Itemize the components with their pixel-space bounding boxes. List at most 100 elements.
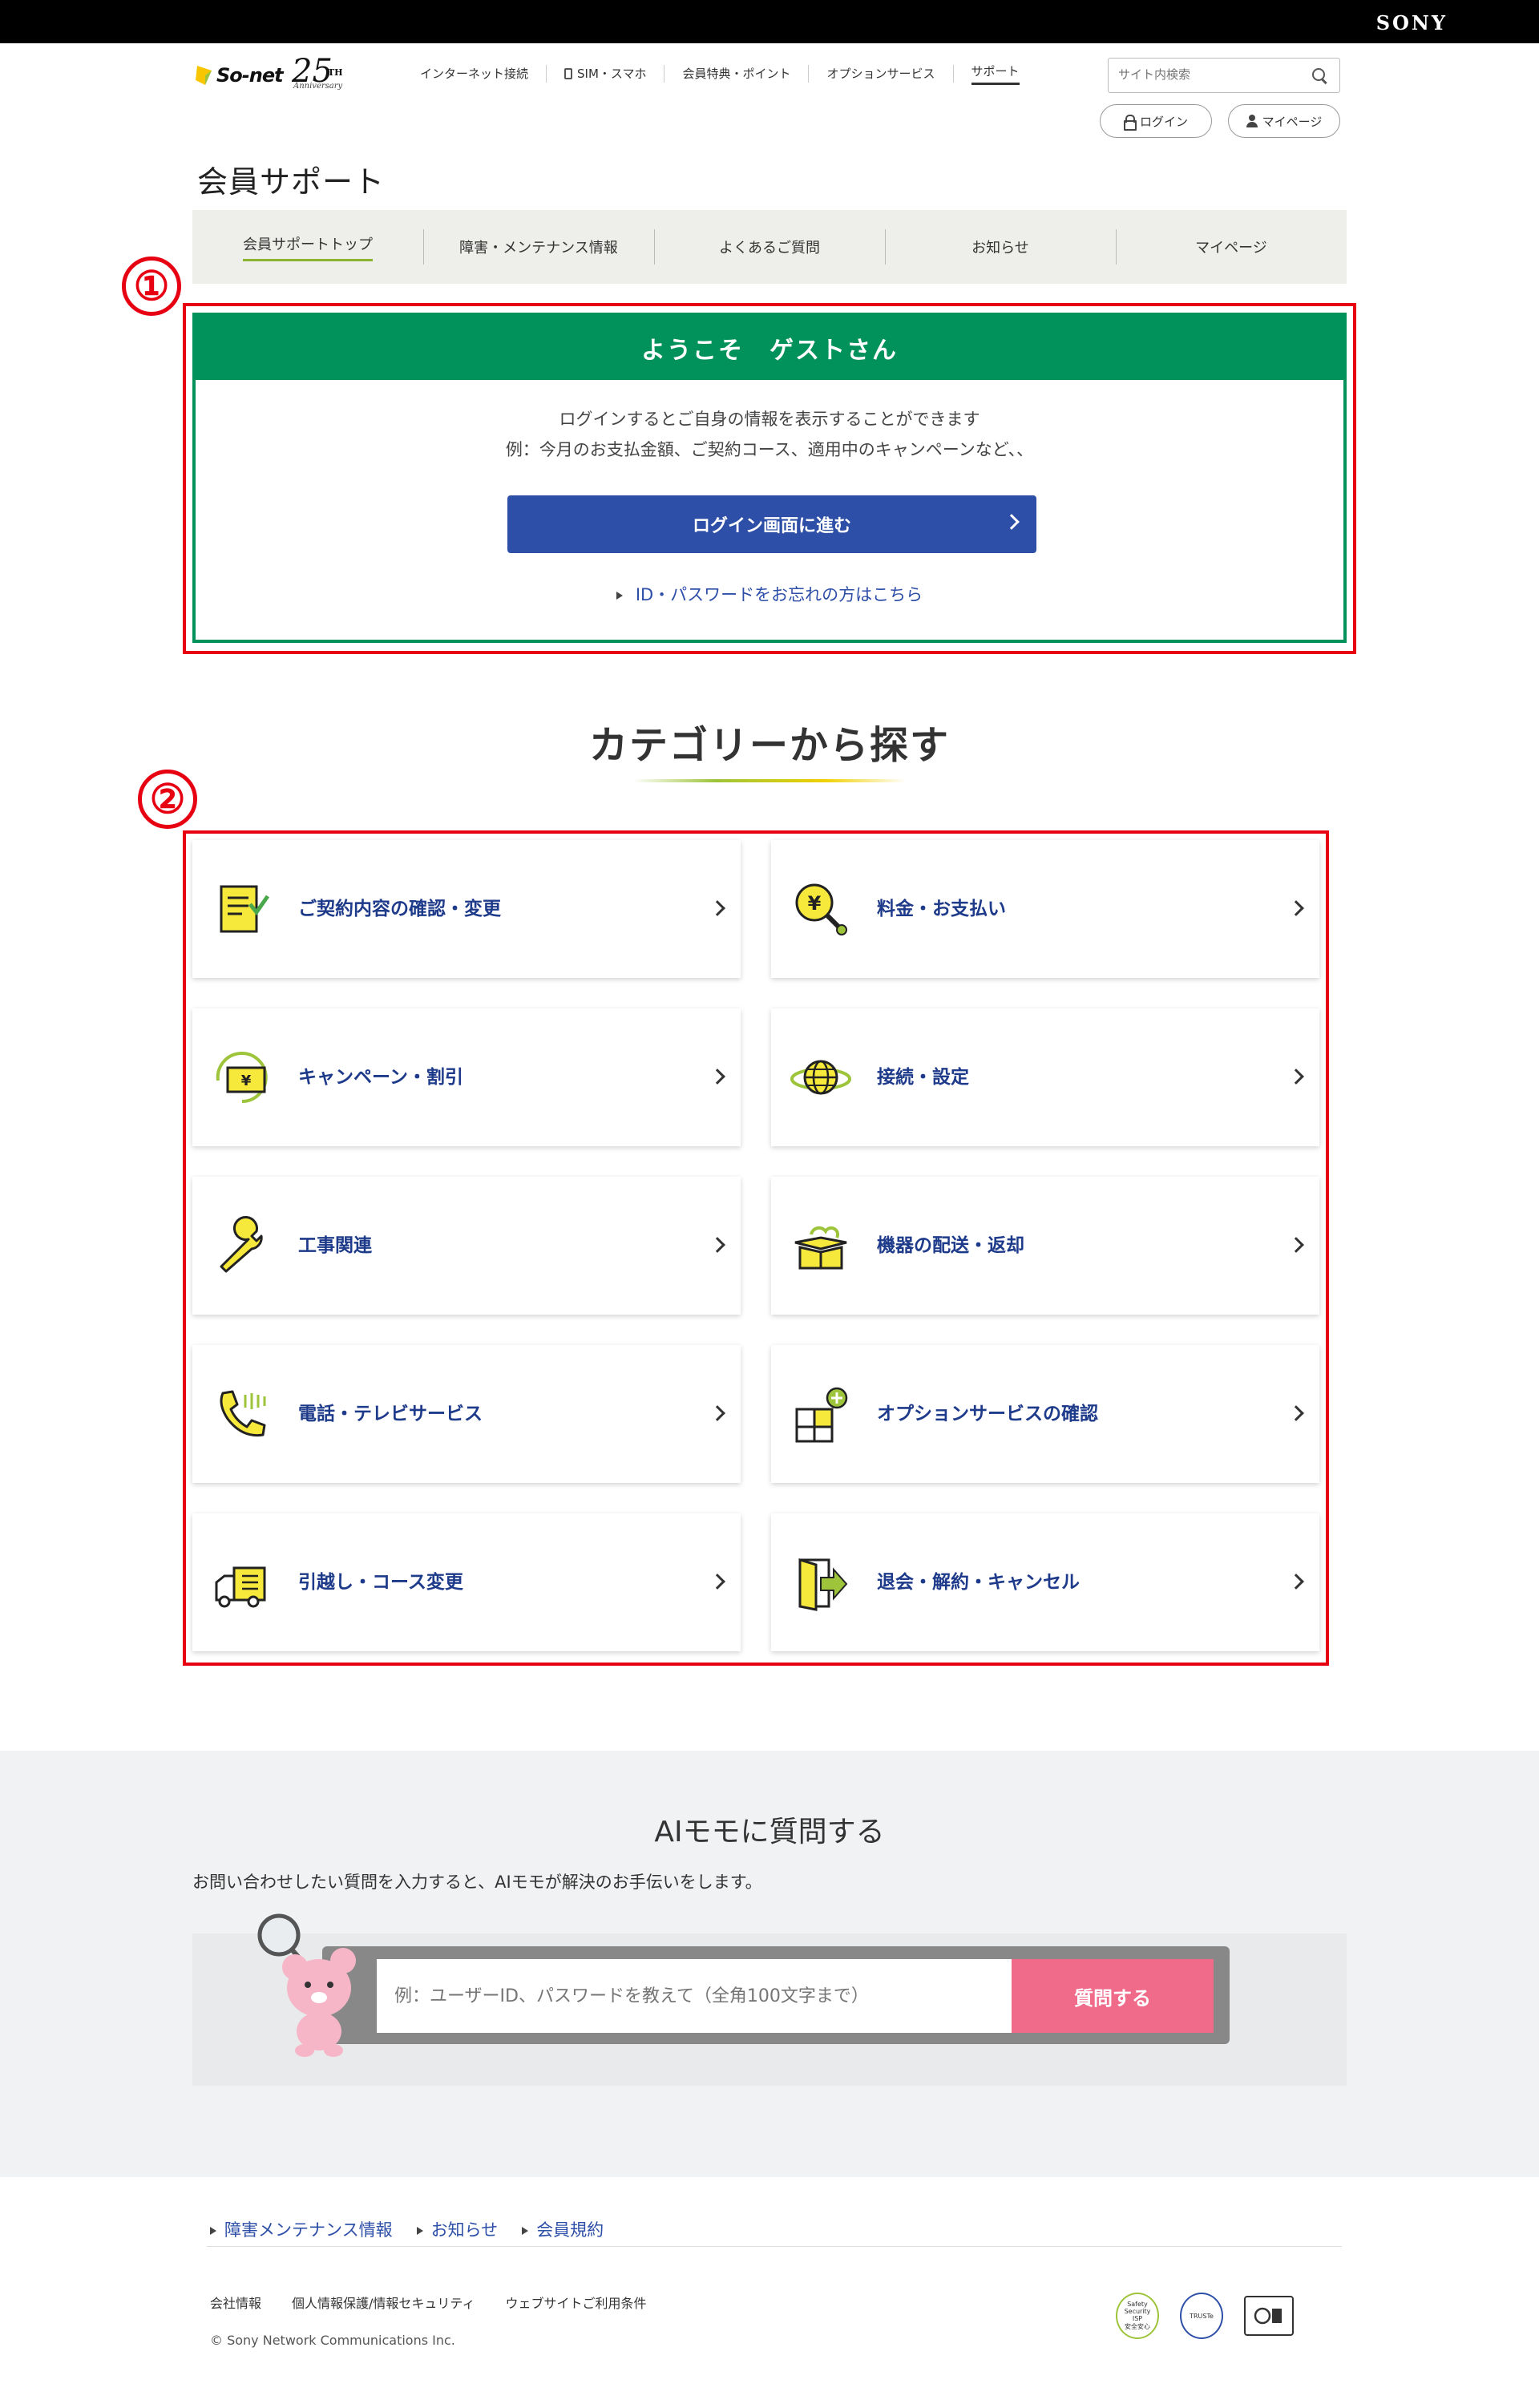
category-card-moving[interactable]: 引越し・コース変更 xyxy=(192,1513,741,1651)
badge-line: Security xyxy=(1124,2308,1151,2315)
welcome-line-2: 例：今月のお支払金額、ご契約コース、適用中のキャンペーンなど、、 xyxy=(505,440,1034,459)
category-card-delivery[interactable]: 機器の配送・返却 xyxy=(771,1177,1319,1315)
category-label: 退会・解約・キャンセル xyxy=(877,1572,1080,1593)
tab-label: お知らせ xyxy=(971,240,1029,257)
certification-badges: Safety Security ISP 安全安心 TRUSTe xyxy=(1116,2293,1294,2339)
category-card-contract[interactable]: ご契約内容の確認・変更 xyxy=(192,840,741,978)
chevron-right-icon xyxy=(709,1069,725,1085)
logo-brand: So-net xyxy=(216,64,284,87)
footer-link-label: 障害メンテナンス情報 xyxy=(224,2220,393,2240)
gnav-support[interactable]: サポート xyxy=(952,63,1037,85)
forgot-password-label: ID・パスワードをお忘れの方はこちら xyxy=(635,585,923,604)
footer-link-label: 会員規約 xyxy=(536,2220,604,2240)
privacy-mark-badge-icon[interactable] xyxy=(1244,2296,1294,2336)
category-heading: カテゴリーから探す xyxy=(588,723,950,768)
logo-anniversary: Anniversary xyxy=(293,82,343,91)
page-title: 会員サポート xyxy=(197,164,386,200)
tab-faq[interactable]: よくあるご質問 xyxy=(654,210,885,284)
chevron-right-icon xyxy=(1288,1574,1304,1590)
category-card-options[interactable]: オプションサービスの確認 xyxy=(771,1345,1319,1483)
puzzle-plus-icon xyxy=(795,1387,848,1443)
tab-news[interactable]: お知らせ xyxy=(885,210,1116,284)
yen-magnifier-icon: ¥ xyxy=(795,883,847,935)
gnav-label: オプションサービス xyxy=(826,67,935,81)
search-icon[interactable] xyxy=(1312,68,1327,83)
footer-links: 障害メンテナンス情報 お知らせ 会員規約 xyxy=(210,2217,604,2241)
smartphone-icon xyxy=(564,68,573,79)
go-to-login-button[interactable]: ログイン画面に進む xyxy=(507,495,1036,553)
momo-bear-mascot-icon xyxy=(257,1913,356,2057)
gnav-label: サポート xyxy=(971,63,1020,85)
footer-link-maintenance[interactable]: 障害メンテナンス情報 xyxy=(210,2217,393,2241)
sony-logo[interactable]: SONY xyxy=(1376,11,1448,34)
login-label: ログイン xyxy=(1139,114,1188,129)
welcome-line-1: ログインするとご自身の情報を表示することができます xyxy=(559,410,980,429)
ai-question-input[interactable] xyxy=(377,1959,1012,2033)
contract-document-icon xyxy=(220,885,270,933)
footer-link-label: お知らせ xyxy=(430,2220,499,2240)
annotation-marker-2: ② xyxy=(138,770,197,829)
tab-maintenance[interactable]: 障害・メンテナンス情報 xyxy=(423,210,654,284)
badge-line: 安全安心 xyxy=(1124,2323,1150,2330)
svg-text:¥: ¥ xyxy=(241,1073,252,1089)
category-card-construction[interactable]: 工事関連 xyxy=(192,1177,741,1315)
category-grid: ご契約内容の確認・変更 ¥ 料金・お支払い ¥ キャンペーン・割引 接続・設定 xyxy=(192,840,1319,1651)
sonet-logo[interactable]: So-net 25 TH Anniversary xyxy=(196,53,348,96)
category-card-cancel[interactable]: 退会・解約・キャンセル xyxy=(771,1513,1319,1651)
category-card-phone-tv[interactable]: 電話・テレビサービス xyxy=(192,1345,741,1483)
tab-label: よくあるご質問 xyxy=(719,240,820,257)
triangle-right-icon xyxy=(522,2227,529,2235)
campaign-yen-icon: ¥ xyxy=(216,1052,268,1103)
welcome-description: ログインするとご自身の情報を表示することができます 例：今月のお支払金額、ご契約… xyxy=(196,404,1343,465)
safety-security-isp-badge-icon[interactable]: Safety Security ISP 安全安心 xyxy=(1116,2293,1159,2339)
svg-text:¥: ¥ xyxy=(808,892,822,915)
tab-support-top[interactable]: 会員サポートトップ xyxy=(192,210,423,284)
gnav-label: SIM・スマホ xyxy=(577,67,647,81)
logo-th: TH xyxy=(328,67,343,78)
gnav-sim[interactable]: SIM・スマホ xyxy=(546,65,664,83)
ai-momo-title: AIモモに質問する xyxy=(654,1816,885,1848)
footer-link-news[interactable]: お知らせ xyxy=(416,2217,499,2241)
category-card-payment[interactable]: ¥ 料金・お支払い xyxy=(771,840,1319,978)
site-search xyxy=(1108,58,1340,93)
footer-link-terms[interactable]: 会員規約 xyxy=(522,2217,604,2241)
category-card-campaign[interactable]: ¥ キャンペーン・割引 xyxy=(192,1008,741,1146)
category-label: 引越し・コース変更 xyxy=(298,1572,463,1593)
category-label: オプションサービスの確認 xyxy=(877,1404,1098,1424)
footer-terms-of-use-link[interactable]: ウェブサイトご利用条件 xyxy=(505,2293,646,2312)
chevron-right-icon xyxy=(709,900,725,916)
chevron-right-icon xyxy=(1288,1237,1304,1253)
gnav-options[interactable]: オプションサービス xyxy=(808,65,952,83)
tab-label: 障害・メンテナンス情報 xyxy=(459,240,618,257)
go-to-login-label: ログイン画面に進む xyxy=(692,516,851,536)
chevron-right-icon xyxy=(709,1405,725,1421)
mypage-button[interactable]: マイページ xyxy=(1228,104,1340,138)
search-input[interactable] xyxy=(1118,59,1303,91)
chevron-right-icon xyxy=(1288,900,1304,916)
phone-icon xyxy=(220,1390,266,1437)
category-label: キャンペーン・割引 xyxy=(298,1067,463,1088)
gnav-label: インターネット接続 xyxy=(420,67,529,81)
category-card-connection[interactable]: 接続・設定 xyxy=(771,1008,1319,1146)
tab-label: 会員サポートトップ xyxy=(243,233,373,261)
badge-line: Safety xyxy=(1127,2301,1148,2308)
welcome-panel: ようこそ ゲストさん ログインするとご自身の情報を表示することができます 例：今… xyxy=(192,313,1347,643)
triangle-right-icon xyxy=(616,592,623,600)
tab-mypage[interactable]: マイページ xyxy=(1116,210,1347,284)
sonet-leaf-icon xyxy=(196,66,212,85)
category-label: ご契約内容の確認・変更 xyxy=(298,899,501,919)
footer-privacy-link[interactable]: 個人情報保護/情報セキュリティ xyxy=(292,2293,475,2312)
chevron-right-icon xyxy=(1288,1405,1304,1421)
login-button[interactable]: ログイン xyxy=(1100,104,1212,138)
category-label: 電話・テレビサービス xyxy=(298,1404,483,1424)
footer-company-link[interactable]: 会社情報 xyxy=(210,2293,261,2312)
gnav-benefits[interactable]: 会員特典・ポイント xyxy=(664,65,808,83)
footer-divider xyxy=(207,2246,1342,2247)
ai-momo-description: お問い合わせしたい質問を入力すると、AIモモが解決のお手伝いをします。 xyxy=(192,1873,762,1892)
gnav-label: 会員特典・ポイント xyxy=(682,67,791,81)
truste-badge-icon[interactable]: TRUSTe xyxy=(1180,2293,1223,2339)
ask-question-button[interactable]: 質問する xyxy=(1012,1959,1214,2033)
sony-top-bar: SONY xyxy=(0,0,1539,43)
gnav-internet[interactable]: インターネット接続 xyxy=(402,65,546,83)
forgot-password-link[interactable]: ID・パスワードをお忘れの方はこちら xyxy=(196,582,1343,606)
